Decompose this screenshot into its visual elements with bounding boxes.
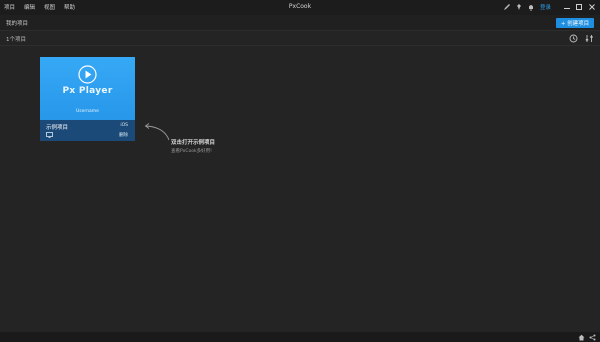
new-project-button[interactable]: + 创建项目 bbox=[556, 18, 594, 28]
new-project-label: + 创建项目 bbox=[560, 21, 590, 27]
close-icon[interactable] bbox=[586, 2, 598, 12]
hint-subtitle: 查看PxCook多好用! bbox=[171, 149, 212, 154]
project-platform: iOS bbox=[120, 123, 128, 128]
project-name: 示例项目 bbox=[46, 125, 69, 131]
maximize-icon[interactable] bbox=[573, 2, 585, 12]
status-bar bbox=[0, 332, 600, 342]
pin-icon[interactable] bbox=[514, 2, 524, 12]
breadcrumb[interactable]: 我的项目 bbox=[6, 19, 28, 27]
thumbnail-subtitle: Username bbox=[76, 109, 99, 114]
project-count: 1个项目 bbox=[6, 37, 26, 43]
login-link[interactable]: 登录 bbox=[540, 3, 551, 11]
delete-project-button[interactable]: 删除 bbox=[119, 132, 128, 138]
project-card[interactable]: Px Player Username 示例项目 iOS 删除 bbox=[40, 57, 135, 141]
title-bar: 项目 编辑 视图 帮助 PxCook 登录 bbox=[0, 0, 600, 15]
settings-icon[interactable] bbox=[584, 33, 594, 43]
home-icon[interactable] bbox=[577, 333, 585, 341]
play-icon bbox=[78, 65, 97, 84]
share-icon[interactable] bbox=[588, 333, 596, 341]
breadcrumb-bar: 我的项目 bbox=[0, 15, 600, 31]
thumbnail-title: Px Player bbox=[62, 86, 113, 96]
clock-icon[interactable] bbox=[568, 33, 578, 43]
project-count-bar: 1个项目 bbox=[0, 31, 600, 46]
monitor-icon bbox=[46, 132, 53, 138]
bell-icon[interactable] bbox=[526, 2, 536, 12]
minimize-icon[interactable] bbox=[561, 2, 573, 12]
project-info: 示例项目 iOS 删除 bbox=[40, 120, 135, 141]
hint-title: 双击打开示例项目 bbox=[171, 140, 216, 146]
pen-icon[interactable] bbox=[502, 2, 512, 12]
hint-arrow-icon bbox=[144, 123, 170, 141]
project-thumbnail: Px Player Username bbox=[40, 57, 135, 120]
